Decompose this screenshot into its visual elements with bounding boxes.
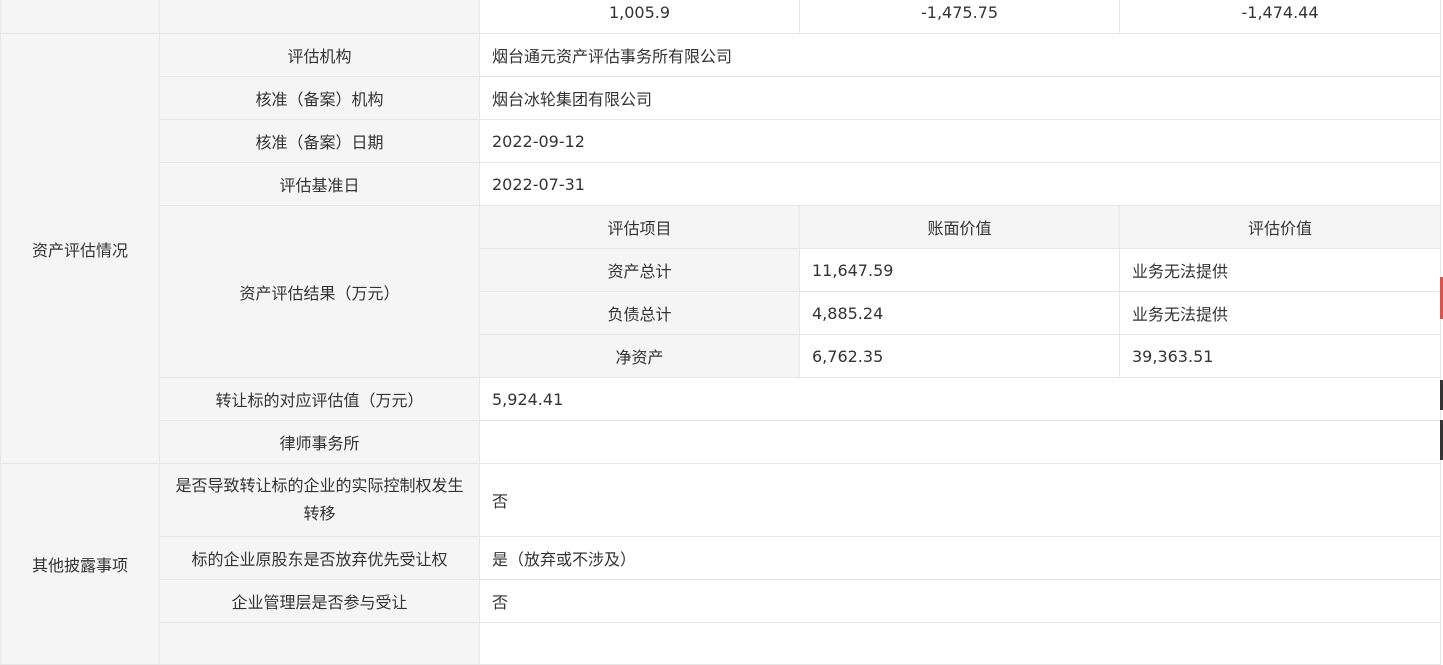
table-row: 资产评估结果（万元） 评估项目 账面价值 评估价值 [1,205,1441,378]
table-row: 1,005.9 -1,475.75 -1,474.44 [0,0,1441,34]
value-approval-date: 2022-09-12 [479,119,1441,163]
value-cell: -1,475.75 [799,0,1120,34]
result-eval-value: 39,363.51 [1119,334,1441,378]
result-item: 净资产 [479,334,800,378]
label-eval-agency: 评估机构 [159,33,480,77]
table-row: 其他披露事项 是否导致转让标的企业的实际控制权发生转移 否 [0,463,1441,665]
value-law-firm [479,420,1441,464]
value-base-date: 2022-07-31 [479,162,1441,206]
value-cell-blank [479,622,1441,665]
table-row: 标的企业原股东是否放弃优先受让权 是（放弃或不涉及） [1,536,1441,580]
header-book-value: 账面价值 [799,205,1120,249]
table-row: 资产评估情况 评估机构 烟台通元资产评估事务所有限公司 [0,33,1441,464]
result-item: 资产总计 [479,248,800,292]
header-eval-item: 评估项目 [479,205,800,249]
label-approval-agency: 核准（备案）机构 [159,76,480,120]
value-management-participation: 否 [479,579,1441,623]
value-approval-agency: 烟台冰轮集团有限公司 [479,76,1441,120]
label-law-firm: 律师事务所 [159,420,480,464]
value-cell: 1,005.9 [479,0,800,34]
info-table: 1,005.9 -1,475.75 -1,474.44 资产评估情况 评估机构 … [0,0,1441,665]
result-eval-value: 业务无法提供 [1119,248,1441,292]
table-row [1,622,1441,665]
value-eval-agency: 烟台通元资产评估事务所有限公司 [479,33,1441,77]
label-approval-date: 核准（备案）日期 [159,119,480,163]
label-eval-result: 资产评估结果（万元） [159,205,480,378]
result-book-value: 6,762.35 [799,334,1120,378]
label-transfer-value: 转让标的对应评估值（万元） [159,377,480,421]
result-book-value: 4,885.24 [799,291,1120,335]
table-row: 评估基准日 2022-07-31 [1,162,1441,206]
table-row: 律师事务所 [1,420,1441,464]
value-transfer-value: 5,924.41 [479,377,1441,421]
label-control-transfer: 是否导致转让标的企业的实际控制权发生转移 [159,463,480,537]
label-base-date: 评估基准日 [159,162,480,206]
result-eval-value: 业务无法提供 [1119,291,1441,335]
table-row: 企业管理层是否参与受让 否 [1,579,1441,623]
value-control-transfer: 否 [479,463,1441,537]
label-management-participation: 企业管理层是否参与受让 [159,579,480,623]
table-row: 核准（备案）机构 烟台冰轮集团有限公司 [1,76,1441,120]
label-cell-blank [159,622,480,665]
result-item: 负债总计 [479,291,800,335]
result-book-value: 11,647.59 [799,248,1120,292]
label-cell-blank [159,0,480,34]
value-preemptive-right: 是（放弃或不涉及） [479,536,1441,580]
header-eval-value: 评估价值 [1119,205,1441,249]
section-cell-blank [0,0,160,34]
section-title-asset-eval: 资产评估情况 [0,33,160,464]
label-preemptive-right: 标的企业原股东是否放弃优先受让权 [159,536,480,580]
table-row: 核准（备案）日期 2022-09-12 [1,119,1441,163]
table-row: 转让标的对应评估值（万元） 5,924.41 [1,377,1441,421]
value-cell: -1,474.44 [1119,0,1441,34]
section-title-other: 其他披露事项 [0,463,160,665]
